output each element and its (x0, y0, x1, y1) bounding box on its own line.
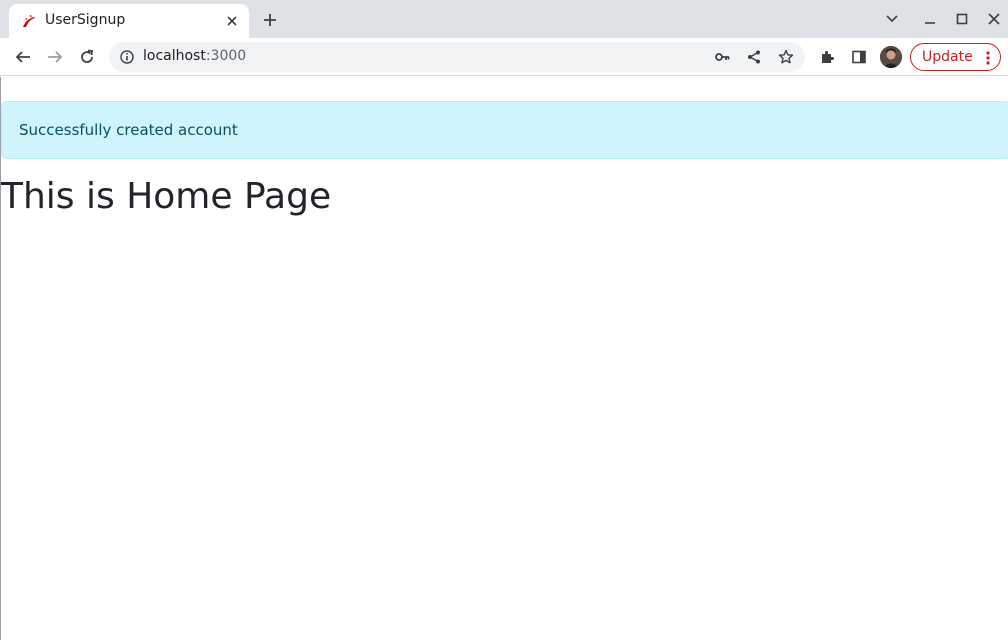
extensions-puzzle-icon[interactable] (817, 47, 837, 67)
page-heading: This is Home Page (1, 176, 332, 217)
update-button[interactable]: Update (910, 43, 1001, 71)
update-button-label: Update (922, 49, 973, 65)
browser-tab[interactable]: UserSignup (9, 4, 249, 38)
flash-alert: Successfully created account (1, 101, 1008, 159)
maximize-icon[interactable] (952, 9, 972, 29)
rails-icon (21, 13, 37, 29)
close-tab-icon[interactable] (223, 12, 241, 30)
minimize-icon[interactable] (920, 9, 940, 29)
reload-icon[interactable] (77, 47, 97, 67)
forward-arrow-icon[interactable] (45, 47, 65, 67)
url-host: localhost (143, 48, 206, 64)
more-menu-icon[interactable] (985, 50, 991, 66)
new-tab-icon[interactable] (260, 10, 280, 30)
site-info-icon[interactable] (119, 49, 135, 65)
tab-title: UserSignup (45, 12, 126, 28)
address-bar[interactable]: localhost:3000 (109, 42, 805, 72)
page-content: Successfully created account This is Hom… (0, 77, 1008, 640)
profile-avatar[interactable] (880, 46, 902, 68)
browser-toolbar: localhost:3000 Update (0, 38, 1008, 76)
bookmark-star-icon[interactable] (777, 48, 795, 66)
tab-search-chevron-icon[interactable] (882, 9, 902, 29)
url-port: :3000 (205, 48, 247, 64)
back-arrow-icon[interactable] (13, 47, 33, 67)
key-icon[interactable] (713, 48, 731, 66)
side-panel-icon[interactable] (849, 47, 869, 67)
close-window-icon[interactable] (984, 9, 1004, 29)
share-icon[interactable] (745, 48, 763, 66)
tab-strip: UserSignup (0, 0, 1008, 38)
flash-alert-message: Successfully created account (19, 121, 238, 139)
url-text: localhost:3000 (143, 48, 246, 64)
